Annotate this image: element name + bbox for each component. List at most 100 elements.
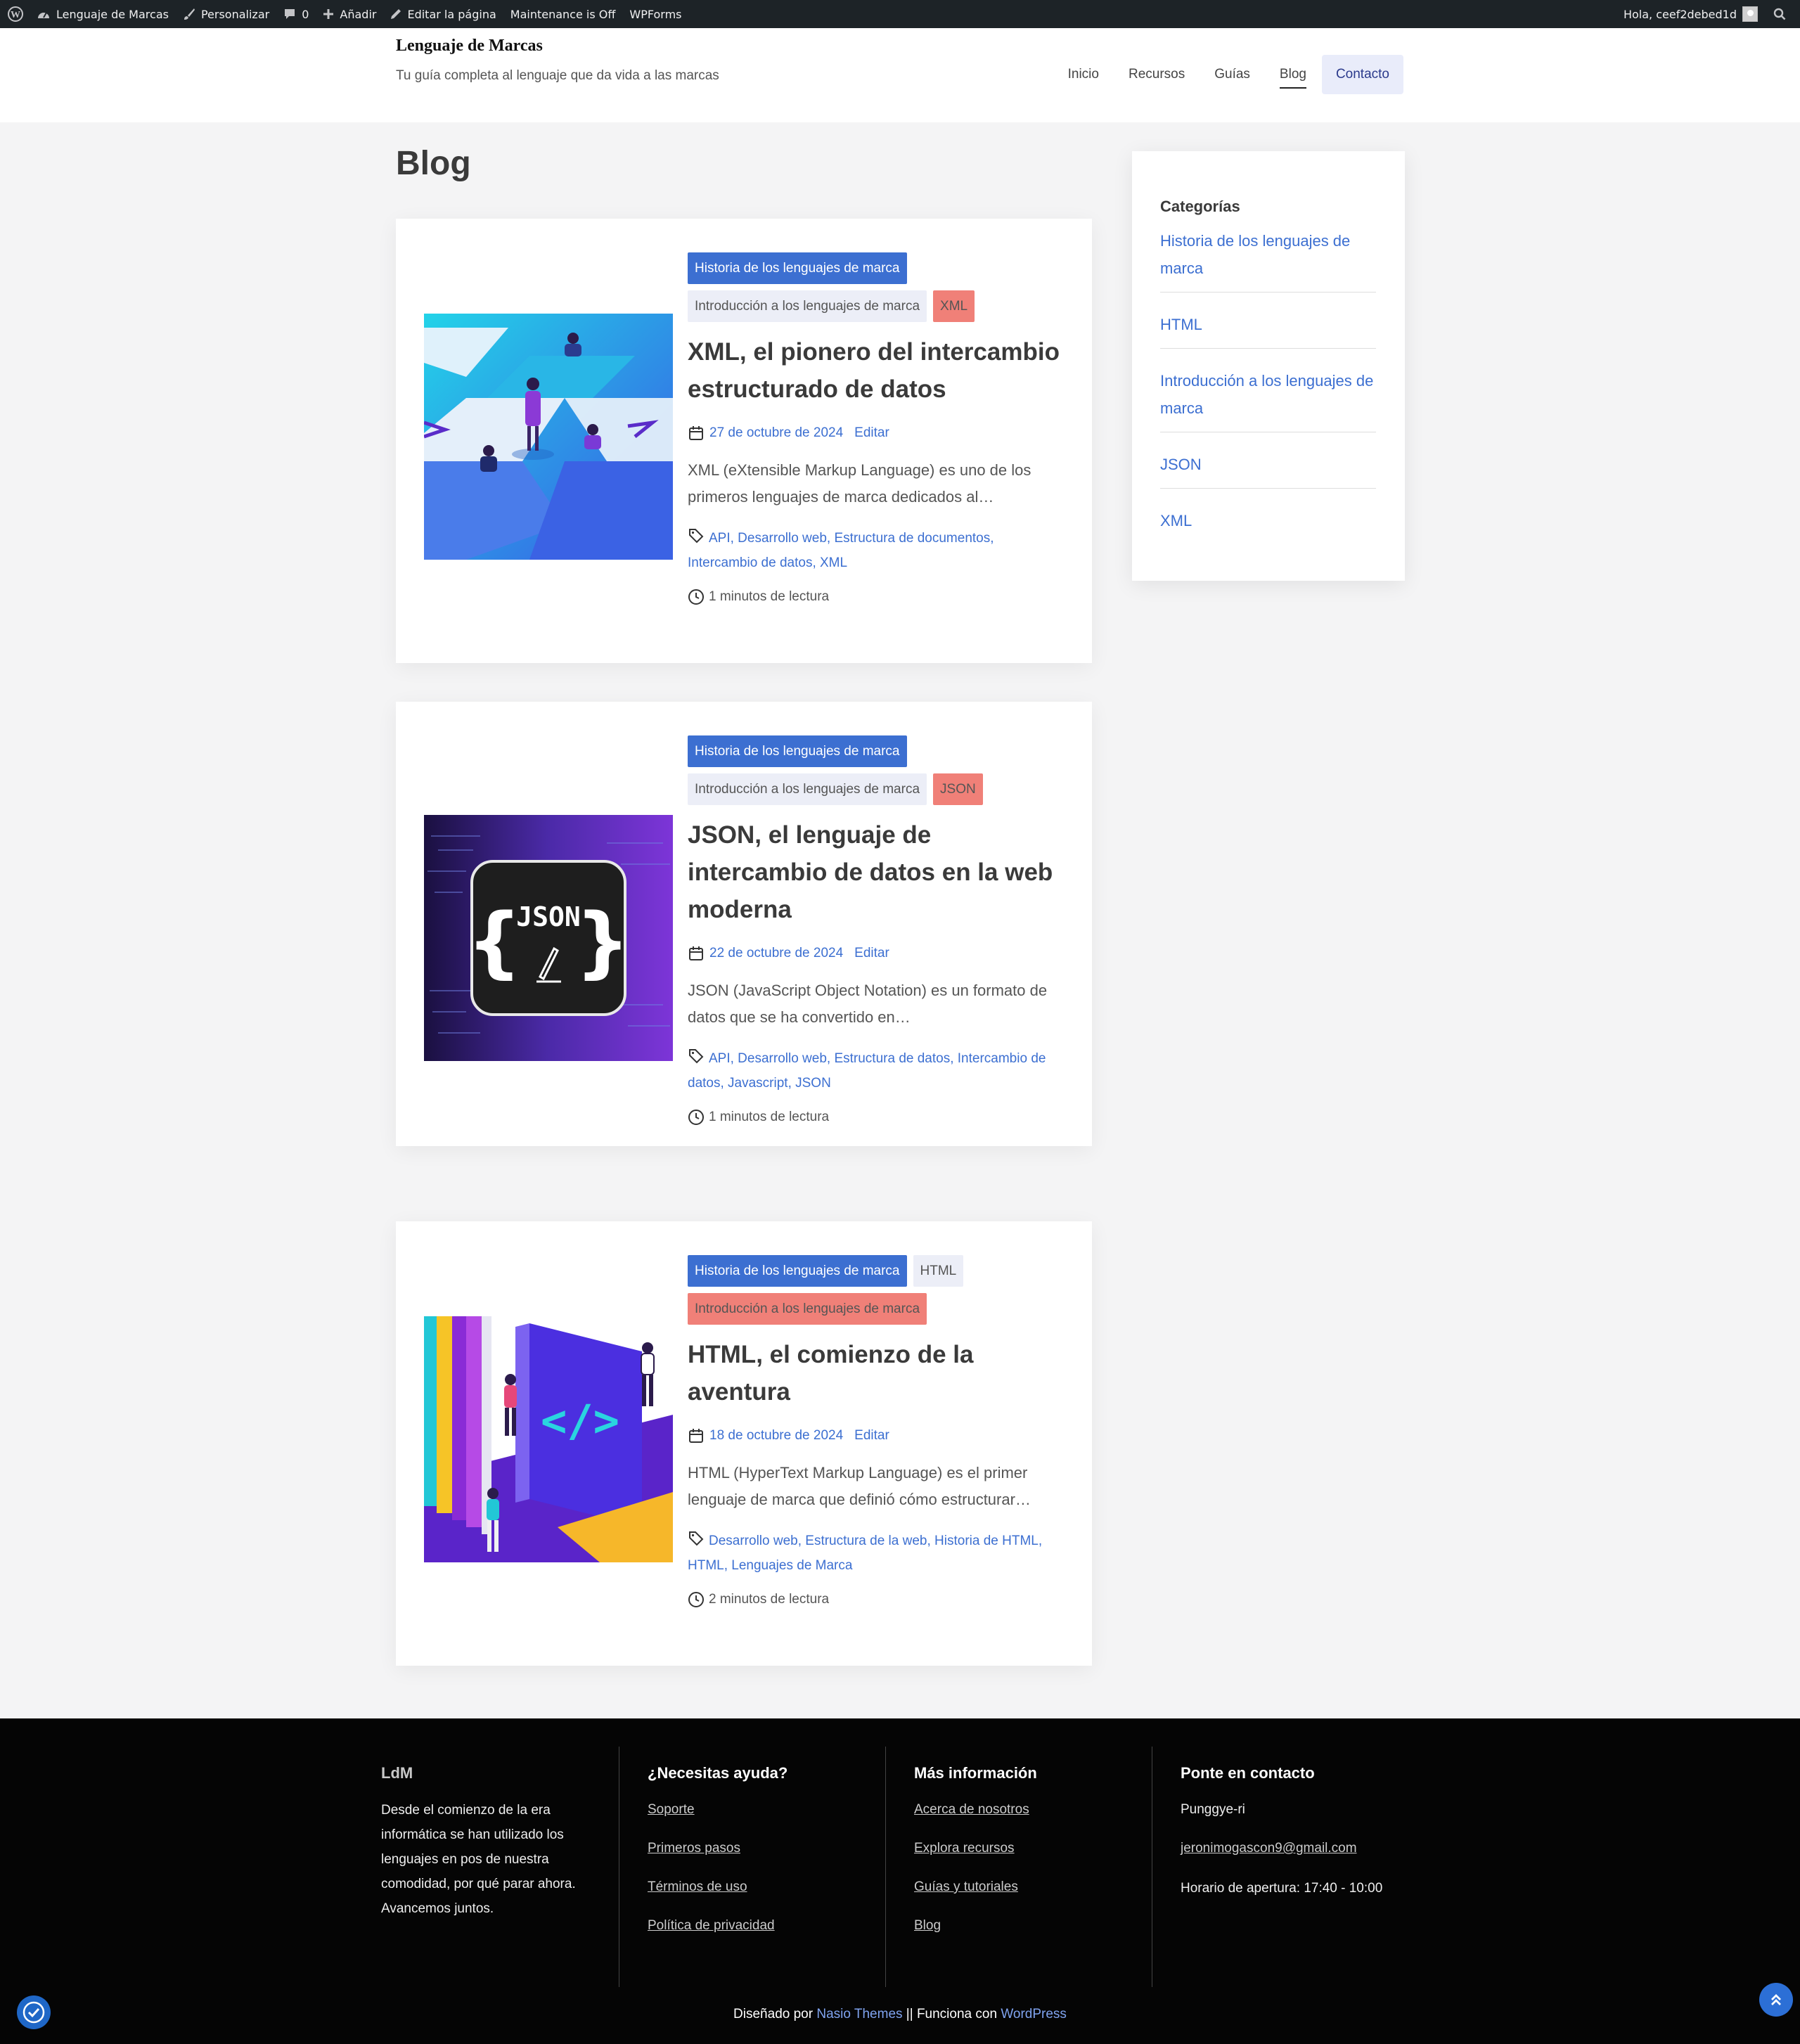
category-badge[interactable]: Introducción a los lenguajes de marca [688, 773, 927, 805]
footer-help: ¿Necesitas ayuda? Soporte Primeros pasos… [619, 1747, 885, 1987]
sidebar-item-introduccion[interactable]: Introducción a los lenguajes de marca [1160, 363, 1376, 432]
footer-link-acerca[interactable]: Acerca de nosotros [914, 1799, 1152, 1821]
category-badge[interactable]: Introducción a los lenguajes de marca [688, 1293, 927, 1325]
category-badge[interactable]: Historia de los lenguajes de marca [688, 735, 907, 767]
admin-wpforms[interactable]: WPForms [622, 0, 688, 28]
post-categories: Historia de los lenguajes de marca Intro… [688, 252, 1064, 322]
post-tags-links[interactable]: API, Desarrollo web, Estructura de datos… [688, 1051, 1046, 1091]
post-thumbnail-html[interactable]: </> [424, 1316, 673, 1562]
admin-edit-page[interactable]: Editar la página [383, 0, 503, 28]
admin-edit-page-label: Editar la página [407, 7, 496, 21]
footer-link-recursos[interactable]: Explora recursos [914, 1837, 1152, 1860]
post-excerpt: XML (eXtensible Markup Language) es uno … [688, 461, 1031, 506]
contact-button[interactable]: Contacto [1321, 55, 1403, 94]
dashboard-icon [38, 12, 49, 18]
post-excerpt: HTML (HyperText Markup Language) es el p… [688, 1464, 1031, 1508]
site-title[interactable]: Lenguaje de Marcas [396, 37, 543, 56]
sidebar-item-historia[interactable]: Historia de los lenguajes de marca [1160, 223, 1376, 293]
scroll-to-top-button[interactable] [1759, 1983, 1793, 2017]
post-title-link[interactable]: HTML, el comienzo de la aventura [688, 1341, 973, 1406]
brush-icon [184, 8, 195, 20]
footer-link-soporte[interactable]: Soporte [648, 1799, 885, 1821]
admin-site-menu[interactable]: Lenguaje de Marcas [30, 0, 176, 28]
footer-about-text: Desde el comienzo de la era informática … [381, 1803, 576, 1916]
category-badge[interactable]: Historia de los lenguajes de marca [688, 1255, 907, 1287]
category-badge[interactable]: HTML [913, 1255, 964, 1287]
post-title[interactable]: HTML, el comienzo de la aventura [688, 1336, 1064, 1410]
chevron-up-icon [1771, 1994, 1781, 2005]
category-badge[interactable]: Historia de los lenguajes de marca [688, 252, 907, 284]
plus-icon [323, 9, 334, 19]
html-illustration: </> [424, 1316, 673, 1562]
post-title-link[interactable]: JSON, el lenguaje de intercambio de dato… [688, 821, 1053, 923]
footer-email-link[interactable]: jeronimogascon9@gmail.com [1181, 1837, 1419, 1860]
admin-comments[interactable]: 0 [276, 0, 316, 28]
post-title[interactable]: XML, el pionero del intercambio estructu… [688, 333, 1064, 408]
post-date[interactable]: 18 de octubre de 2024 [709, 1428, 843, 1444]
svg-text:W: W [11, 10, 20, 20]
post-thumbnail-xml[interactable] [424, 314, 673, 560]
nav-item-recursos[interactable]: Recursos [1114, 55, 1200, 94]
read-time-label: 2 minutos de lectura [709, 1592, 830, 1607]
post-title[interactable]: JSON, el lenguaje de intercambio de dato… [688, 816, 1064, 928]
credits-platform-link[interactable]: WordPress [1001, 2007, 1067, 2021]
svg-text:{: { [467, 896, 522, 986]
site-tagline: Tu guía completa al lenguaje que da vida… [396, 68, 719, 83]
clock-icon [688, 1592, 704, 1607]
post-title-link[interactable]: XML, el pionero del intercambio estructu… [688, 338, 1060, 403]
post-meta: 22 de octubre de 2024 Editar [688, 945, 1064, 962]
admin-maintenance-label: Maintenance is Off [510, 7, 616, 21]
tag-icon [689, 529, 704, 544]
footer-location: Punggye-ri [1181, 1802, 1245, 1817]
footer-link-blog[interactable]: Blog [914, 1915, 1152, 1937]
sidebar-categories-widget: Categorías Historia de los lenguajes de … [1132, 151, 1405, 581]
admin-maintenance[interactable]: Maintenance is Off [503, 0, 623, 28]
post-tags-links[interactable]: API, Desarrollo web, Estructura de docum… [688, 531, 994, 570]
admin-add-new[interactable]: Añadir [316, 0, 383, 28]
calendar-icon [689, 1429, 703, 1443]
credits-theme-link[interactable]: Nasio Themes [816, 2007, 902, 2021]
footer-link-privacidad[interactable]: Política de privacidad [648, 1915, 885, 1937]
admin-customize[interactable]: Personalizar [176, 0, 276, 28]
category-badge[interactable]: JSON [933, 773, 983, 805]
admin-account[interactable]: Hola, ceef2debed1d [1616, 0, 1765, 28]
nav-item-guias[interactable]: Guías [1200, 55, 1265, 94]
nav-item-blog[interactable]: Blog [1265, 55, 1321, 94]
footer-about-title: LdM [381, 1764, 413, 1782]
post-meta: 18 de octubre de 2024 Editar [688, 1427, 1064, 1444]
nav-item-inicio[interactable]: Inicio [1053, 55, 1114, 94]
footer-contact: Ponte en contacto Punggye-ri jeronimogas… [1152, 1747, 1419, 1987]
admin-bar: W Lenguaje de Marcas Personalizar 0 Añad… [0, 0, 1800, 28]
search-icon [1773, 8, 1786, 20]
admin-search[interactable] [1765, 0, 1800, 28]
footer-hours: Horario de apertura: 17:40 - 10:00 [1181, 1881, 1383, 1896]
footer-link-guias[interactable]: Guías y tutoriales [914, 1876, 1152, 1898]
post-tags-links[interactable]: Desarrollo web, Estructura de la web, Hi… [688, 1534, 1042, 1573]
accessibility-button[interactable] [17, 1995, 51, 2029]
credits-designed-by: Diseñado por [733, 2007, 814, 2021]
edit-link[interactable]: Editar [854, 946, 889, 961]
footer-about: LdM Desde el comienzo de la era informát… [381, 1747, 613, 1987]
category-badge[interactable]: Introducción a los lenguajes de marca [688, 290, 927, 322]
wordpress-icon[interactable]: W [0, 0, 30, 28]
sidebar-item-xml[interactable]: XML [1160, 503, 1376, 544]
footer-contact-title: Ponte en contacto [1181, 1764, 1315, 1782]
edit-link[interactable]: Editar [854, 425, 889, 441]
post-date[interactable]: 22 de octubre de 2024 [709, 946, 843, 961]
category-badge[interactable]: XML [933, 290, 975, 322]
footer-link-primeros-pasos[interactable]: Primeros pasos [648, 1837, 885, 1860]
post-excerpt: JSON (JavaScript Object Notation) es un … [688, 982, 1048, 1026]
post-read-time: 2 minutos de lectura [688, 1591, 1064, 1608]
sidebar-item-json[interactable]: JSON [1160, 446, 1376, 489]
post-categories: Historia de los lenguajes de marca Intro… [688, 735, 1064, 805]
clock-icon [688, 1110, 704, 1125]
clock-icon [688, 589, 704, 605]
footer-link-terminos[interactable]: Términos de uso [648, 1876, 885, 1898]
json-illustration: JSON { } [424, 815, 673, 1061]
edit-link[interactable]: Editar [854, 1428, 889, 1444]
page-title: Blog [396, 145, 471, 182]
footer-more: Más información Acerca de nosotros Explo… [885, 1747, 1152, 1987]
sidebar-item-html[interactable]: HTML [1160, 307, 1376, 349]
post-date[interactable]: 27 de octubre de 2024 [709, 425, 843, 441]
post-thumbnail-json[interactable]: JSON { } [424, 815, 673, 1061]
